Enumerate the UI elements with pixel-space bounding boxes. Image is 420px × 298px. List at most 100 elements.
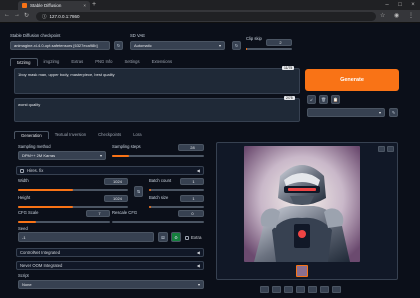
rescale-cfg-input[interactable]: 0 xyxy=(178,210,204,217)
tab-extras[interactable]: Extras xyxy=(65,58,89,66)
zip-icon[interactable] xyxy=(284,286,293,293)
random-seed-button[interactable]: ⚄ xyxy=(158,232,168,242)
main-tabs: txt2img img2img Extras PNG Info Settings… xyxy=(10,58,178,66)
new-tab-icon[interactable]: + xyxy=(92,1,96,8)
clip-skip-input[interactable]: 2 xyxy=(266,39,292,46)
close-icon[interactable]: × xyxy=(83,3,86,8)
tab-extensions[interactable]: Extensions xyxy=(146,58,178,66)
maximize-icon[interactable]: □ xyxy=(394,0,406,10)
batch-size-slider[interactable] xyxy=(149,206,204,208)
sampling-method-value: DPM++ 2M Karras xyxy=(22,153,56,158)
chevron-down-icon: ▾ xyxy=(197,282,200,287)
sampling-steps-slider[interactable] xyxy=(112,155,204,157)
tab-img2img[interactable]: img2img xyxy=(38,58,66,66)
reuse-seed-button[interactable]: ♻ xyxy=(171,232,181,242)
tab-textual-inversion[interactable]: Textual Inversion xyxy=(49,131,92,139)
height-slider[interactable] xyxy=(18,206,128,208)
reload-icon[interactable]: ↻ xyxy=(24,12,29,19)
prompt-token-counter: 11/75 xyxy=(282,66,295,70)
minimize-icon[interactable]: – xyxy=(381,0,393,10)
edit-styles-button[interactable]: ✎ xyxy=(389,108,398,117)
controlnet-accordion[interactable]: ControlNet Integrated ◀ xyxy=(16,248,204,257)
height-input[interactable]: 1024 xyxy=(104,195,128,202)
back-icon[interactable]: ← xyxy=(4,12,10,18)
height-value: 1024 xyxy=(113,196,122,201)
rescale-cfg-slider[interactable] xyxy=(112,221,204,223)
open-folder-icon[interactable] xyxy=(260,286,269,293)
generate-button[interactable]: Generate xyxy=(305,69,399,91)
swap-dimensions-button[interactable]: ⇅ xyxy=(134,186,143,197)
sampling-steps-value: 28 xyxy=(190,145,195,150)
width-label: Width xyxy=(18,178,29,183)
chevron-down-icon: ▾ xyxy=(218,43,221,48)
tab-lora[interactable]: Lora xyxy=(127,131,147,139)
armored-knight-image xyxy=(244,146,360,262)
tab-generation[interactable]: Generation xyxy=(14,131,49,139)
script-select[interactable]: None ▾ xyxy=(18,280,204,289)
seed-value: -1 xyxy=(22,234,26,240)
send-to-inpaint-icon[interactable] xyxy=(308,286,317,293)
cfg-scale-fill xyxy=(18,221,37,223)
negative-prompt-input[interactable]: worst quality xyxy=(14,98,300,122)
read-params-button[interactable]: ↙ xyxy=(307,95,316,104)
extra-seed-toggle[interactable]: Extra xyxy=(185,235,202,240)
batch-count-slider[interactable] xyxy=(149,189,204,191)
star-icon[interactable]: ☆ xyxy=(380,12,385,19)
pencil-icon: ✎ xyxy=(391,110,396,115)
seed-input[interactable]: -1 xyxy=(18,232,154,242)
clip-skip-slider[interactable] xyxy=(246,48,292,50)
window-close-icon[interactable]: × xyxy=(407,0,419,10)
checkpoint-select[interactable]: animagine-xl-4.0-opt.safetensors [6327ec… xyxy=(10,41,110,50)
tab-txt2img[interactable]: txt2img xyxy=(10,58,38,66)
styles-select[interactable]: ▾ xyxy=(307,108,385,117)
tab-png-info[interactable]: PNG Info xyxy=(89,58,118,66)
width-slider[interactable] xyxy=(18,189,128,191)
send-to-extras-icon[interactable] xyxy=(320,286,329,293)
cfg-scale-slider[interactable] xyxy=(18,221,110,223)
tab-settings[interactable]: Settings xyxy=(118,58,145,66)
cfg-scale-input[interactable]: 7 xyxy=(86,210,110,217)
batch-count-label: Batch count xyxy=(149,178,172,183)
menu-icon[interactable]: ⋮ xyxy=(408,12,414,19)
never-oom-accordion[interactable]: Never OOM Integrated ◀ xyxy=(16,261,204,270)
batch-count-input[interactable]: 1 xyxy=(180,178,204,185)
download-button[interactable] xyxy=(378,146,385,152)
url-text: 127.0.0.1:7860 xyxy=(49,14,80,19)
forward-icon[interactable]: → xyxy=(14,12,20,18)
favicon-icon xyxy=(22,3,27,8)
triangle-left-icon: ◀ xyxy=(196,168,200,173)
close-output-button[interactable] xyxy=(387,146,394,152)
rescale-cfg-label: Rescale CFG xyxy=(112,210,138,215)
generated-image[interactable] xyxy=(244,146,360,262)
refresh-icon: ↻ xyxy=(234,43,239,48)
cfg-scale-label: CFG Scale xyxy=(18,210,39,215)
negative-prompt-text: worst quality xyxy=(18,102,41,107)
batch-size-input[interactable]: 1 xyxy=(180,195,204,202)
extra-checkbox[interactable] xyxy=(185,235,189,240)
clipboard-button[interactable]: 📋 xyxy=(331,95,340,104)
trash-button[interactable]: 🗑 xyxy=(319,95,328,104)
sampling-method-select[interactable]: DPM++ 2M Karras ▾ xyxy=(18,151,106,160)
recycle-icon: ♻ xyxy=(174,234,178,240)
batch-size-label: Batch size xyxy=(149,195,169,200)
address-bar[interactable]: ⓘ 127.0.0.1:7860 xyxy=(36,12,376,21)
send-to-img2img-icon[interactable] xyxy=(296,286,305,293)
clip-skip-track xyxy=(246,48,292,50)
upscale-icon[interactable] xyxy=(332,286,341,293)
refresh-vae-button[interactable]: ↻ xyxy=(232,41,241,50)
profile-icon[interactable]: ◉ xyxy=(394,12,399,19)
script-value: None xyxy=(22,282,32,287)
width-input[interactable]: 1024 xyxy=(104,178,128,185)
negative-token-counter: 2/75 xyxy=(284,96,295,100)
save-icon[interactable] xyxy=(272,286,281,293)
refresh-checkpoint-button[interactable]: ↻ xyxy=(114,41,123,50)
browser-tab[interactable]: Stable Diffusion × xyxy=(18,1,90,10)
hires-checkbox[interactable] xyxy=(20,168,24,173)
sampling-steps-input[interactable]: 28 xyxy=(178,144,204,151)
gallery-thumbnail[interactable] xyxy=(296,265,308,277)
tab-checkpoints[interactable]: Checkpoints xyxy=(92,131,127,139)
prompt-input[interactable]: 1boy mask man, upper body, masterpiece, … xyxy=(14,68,300,94)
vae-select[interactable]: Automatic ▾ xyxy=(130,41,225,50)
trash-icon: 🗑 xyxy=(320,97,327,102)
hires-fix-accordion[interactable]: Hires. fix ◀ xyxy=(16,166,204,175)
